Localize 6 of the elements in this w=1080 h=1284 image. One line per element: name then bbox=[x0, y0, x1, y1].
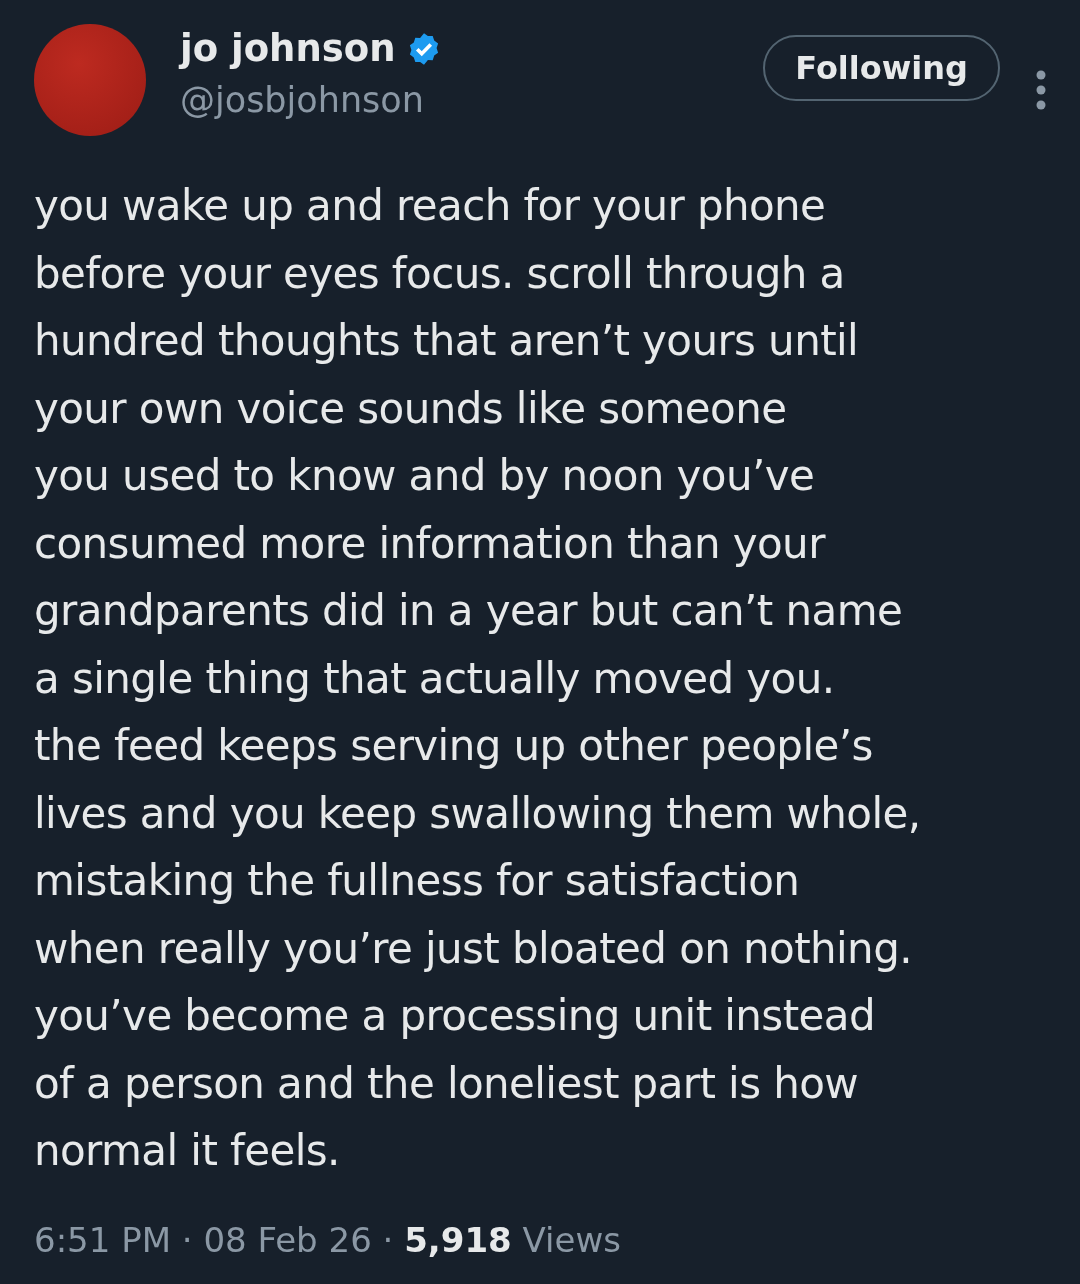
following-button[interactable]: Following bbox=[763, 35, 1000, 101]
more-options-icon[interactable] bbox=[1036, 70, 1046, 110]
post-meta: 6:51 PM · 08 Feb 26 · 5,918 Views bbox=[34, 1218, 622, 1262]
author-handle: @josbjohnson bbox=[180, 79, 425, 122]
post-text: you wake up and reach for your phone before your eyes focus. scroll through a hundred thoughts that aren’t yours until your own voice sounds like someone you used to know and by noon you’ve consumed more information than your grandparents did in a year but can’t name a single thing that actually moved you. the feed keeps serving up other people’s lives and you keep swallowing them whole, mistaking the fullness for satisfaction when really you’re just bloated on nothing. you’ve become a processing unit instead of a person and the loneliest part is how normal it feels. bbox=[34, 180, 922, 1177]
author-name[interactable]: jo johnson bbox=[180, 24, 396, 74]
